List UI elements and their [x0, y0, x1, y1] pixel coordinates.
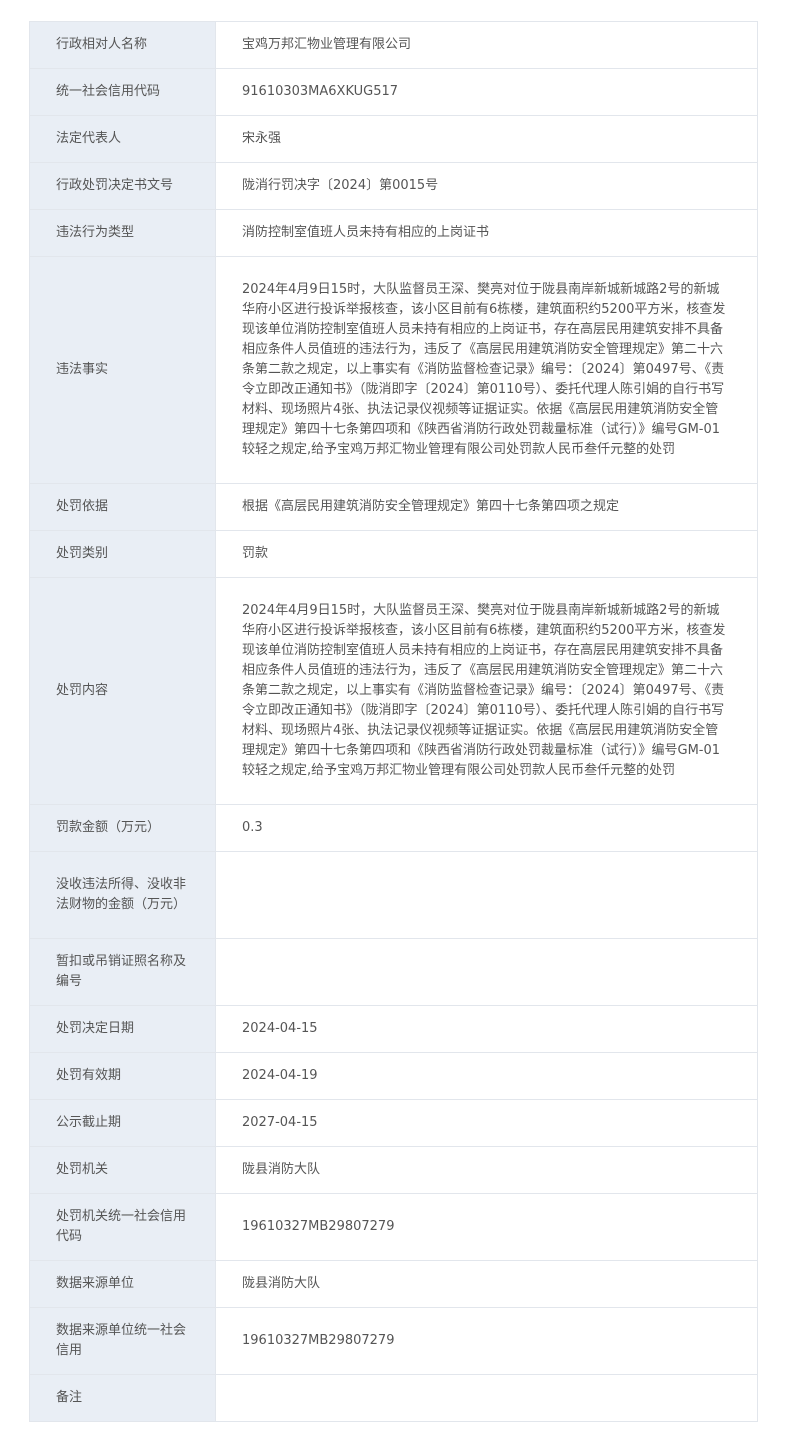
row-penalty-authority: 处罚机关 陇县消防大队	[30, 1147, 757, 1194]
row-authority-credit-code: 处罚机关统一社会信用代码 19610327MB29807279	[30, 1194, 757, 1261]
row-label: 处罚机关统一社会信用代码	[30, 1194, 216, 1260]
row-value: 0.3	[242, 820, 263, 835]
row-label: 违法行为类型	[30, 210, 216, 256]
row-party-name: 行政相对人名称 宝鸡万邦汇物业管理有限公司	[30, 22, 757, 69]
row-label: 罚款金额（万元）	[30, 805, 216, 851]
row-label: 违法事实	[30, 257, 216, 483]
row-value: 陇县消防大队	[242, 1276, 321, 1291]
row-value: 2027-04-15	[242, 1115, 318, 1130]
row-value: 19610327MB29807279	[242, 1219, 395, 1234]
row-value: 2024-04-15	[242, 1021, 318, 1036]
row-label: 数据来源单位	[30, 1261, 216, 1307]
row-validity-date: 处罚有效期 2024-04-19	[30, 1053, 757, 1100]
row-label: 公示截止期	[30, 1100, 216, 1146]
penalty-info-table: 行政相对人名称 宝鸡万邦汇物业管理有限公司 统一社会信用代码 91610303M…	[29, 21, 758, 1422]
row-label: 处罚类别	[30, 531, 216, 577]
row-fine-amount: 罚款金额（万元） 0.3	[30, 805, 757, 852]
row-value: 宋永强	[242, 131, 282, 146]
row-value: 2024年4月9日15时，大队监督员王深、樊亮对位于陇县南岸新城新城路2号的新城…	[242, 282, 726, 457]
row-penalty-content: 处罚内容 2024年4月9日15时，大队监督员王深、樊亮对位于陇县南岸新城新城路…	[30, 578, 757, 805]
row-value: 罚款	[242, 546, 269, 561]
row-label: 没收违法所得、没收非法财物的金额（万元）	[30, 852, 216, 938]
row-value: 2024-04-19	[242, 1068, 318, 1083]
row-data-source: 数据来源单位 陇县消防大队	[30, 1261, 757, 1308]
row-violation-facts: 违法事实 2024年4月9日15时，大队监督员王深、樊亮对位于陇县南岸新城新城路…	[30, 257, 757, 484]
row-value	[216, 1375, 757, 1421]
row-label: 行政处罚决定书文号	[30, 163, 216, 209]
row-value: 根据《高层民用建筑消防安全管理规定》第四十七条第四项之规定	[242, 499, 620, 514]
row-data-source-credit-code: 数据来源单位统一社会信用 19610327MB29807279	[30, 1308, 757, 1375]
row-label: 行政相对人名称	[30, 22, 216, 68]
row-label: 备注	[30, 1375, 216, 1421]
row-label: 统一社会信用代码	[30, 69, 216, 115]
row-label: 处罚内容	[30, 578, 216, 804]
row-publicity-deadline: 公示截止期 2027-04-15	[30, 1100, 757, 1147]
row-value: 宝鸡万邦汇物业管理有限公司	[242, 37, 412, 52]
row-decision-date: 处罚决定日期 2024-04-15	[30, 1006, 757, 1053]
row-violation-type: 违法行为类型 消防控制室值班人员未持有相应的上岗证书	[30, 210, 757, 257]
row-legal-representative: 法定代表人 宋永强	[30, 116, 757, 163]
row-label: 处罚决定日期	[30, 1006, 216, 1052]
row-value: 陇县消防大队	[242, 1162, 321, 1177]
row-credit-code: 统一社会信用代码 91610303MA6XKUG517	[30, 69, 757, 116]
row-label: 处罚依据	[30, 484, 216, 530]
row-remarks: 备注	[30, 1375, 757, 1422]
row-label: 法定代表人	[30, 116, 216, 162]
row-value: 陇消行罚决字〔2024〕第0015号	[242, 178, 439, 193]
row-confiscation-amount: 没收违法所得、没收非法财物的金额（万元）	[30, 852, 757, 939]
row-license-suspension: 暂扣或吊销证照名称及编号	[30, 939, 757, 1006]
row-value: 2024年4月9日15时，大队监督员王深、樊亮对位于陇县南岸新城新城路2号的新城…	[242, 603, 726, 778]
row-value	[216, 939, 757, 1005]
row-label: 处罚机关	[30, 1147, 216, 1193]
row-label: 暂扣或吊销证照名称及编号	[30, 939, 216, 1005]
row-value: 消防控制室值班人员未持有相应的上岗证书	[242, 225, 490, 240]
row-decision-doc-number: 行政处罚决定书文号 陇消行罚决字〔2024〕第0015号	[30, 163, 757, 210]
row-label: 数据来源单位统一社会信用	[30, 1308, 216, 1374]
row-value: 91610303MA6XKUG517	[242, 84, 399, 99]
row-penalty-basis: 处罚依据 根据《高层民用建筑消防安全管理规定》第四十七条第四项之规定	[30, 484, 757, 531]
row-value	[216, 852, 757, 938]
row-penalty-category: 处罚类别 罚款	[30, 531, 757, 578]
row-label: 处罚有效期	[30, 1053, 216, 1099]
row-value: 19610327MB29807279	[242, 1333, 395, 1348]
